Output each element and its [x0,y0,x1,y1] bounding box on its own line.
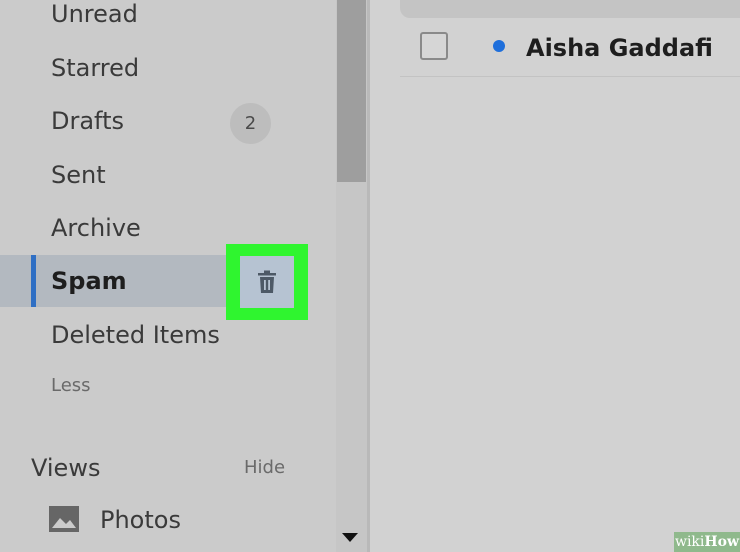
pane-divider [367,0,370,552]
folder-sent[interactable]: Sent [0,149,300,201]
less-link[interactable]: Less [51,375,91,396]
view-photos[interactable]: Photos [0,496,300,546]
hide-views-link[interactable]: Hide [244,457,285,478]
folder-deleted-items[interactable]: Deleted Items [0,309,300,361]
folder-label: Unread [51,0,138,28]
watermark-logo: wikiHow [674,532,740,552]
empty-folder-button[interactable] [240,256,294,308]
scrollbar-thumb[interactable] [337,0,366,182]
message-sender: Aisha Gaddafi [526,34,713,62]
folder-starred[interactable]: Starred [0,42,300,94]
trash-icon [258,270,276,293]
folder-unread[interactable]: Unread [0,0,300,40]
watermark-prefix: wiki [674,534,705,550]
folder-spam[interactable]: Spam [0,255,232,307]
scroll-down-arrow-icon[interactable] [342,533,358,542]
folder-sidebar: Unread Starred Drafts 2 Sent Archive Spa… [0,0,336,552]
unread-indicator [493,40,505,52]
drafts-count-badge: 2 [230,103,271,144]
view-label: Photos [100,506,181,534]
message-row[interactable]: Aisha Gaddafi [400,18,740,77]
folder-label: Archive [51,214,141,242]
image-icon [49,506,79,532]
folder-label: Spam [51,267,127,295]
folder-label: Starred [51,54,140,82]
message-list-header [400,0,740,18]
views-heading: Views [31,454,101,482]
selected-indicator [31,255,36,307]
folder-label: Drafts [51,107,124,135]
folder-label: Sent [51,161,106,189]
folder-label: Deleted Items [51,321,220,349]
watermark-suffix: How [704,534,740,550]
message-select-checkbox[interactable] [420,32,448,60]
